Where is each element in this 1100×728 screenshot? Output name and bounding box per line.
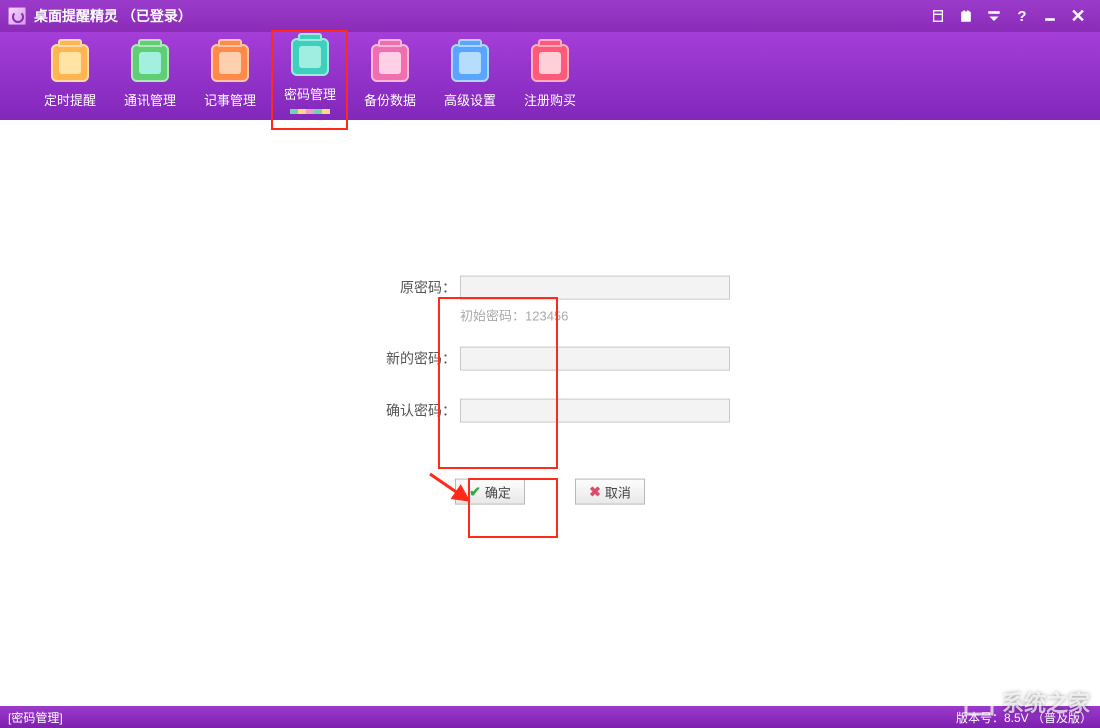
- statusbar-left: [密码管理]: [8, 709, 63, 726]
- toolbar-item-password[interactable]: 密码管理: [270, 34, 350, 118]
- check-icon: ✔: [469, 483, 481, 500]
- window-title: 桌面提醒精灵 （已登录）: [34, 6, 192, 26]
- toolbar-label: 通讯管理: [124, 90, 176, 109]
- form-buttons: ✔ 确定 ✖ 取消: [370, 479, 730, 505]
- old-password-label: 原密码：: [370, 278, 460, 298]
- toolbar-label: 备份数据: [364, 90, 416, 109]
- old-password-row: 原密码：: [370, 276, 730, 300]
- new-password-row: 新的密码：: [370, 347, 730, 371]
- toolbar-label: 记事管理: [204, 90, 256, 109]
- cancel-button[interactable]: ✖ 取消: [575, 479, 645, 505]
- skin-icon[interactable]: [952, 5, 980, 27]
- confirm-password-input[interactable]: [460, 399, 730, 423]
- minimize-button[interactable]: [1036, 5, 1064, 27]
- toolbar-item-notes[interactable]: 记事管理: [190, 40, 270, 113]
- close-button[interactable]: ✕: [1064, 5, 1092, 27]
- confirm-password-label: 确认密码：: [370, 401, 460, 421]
- old-password-input[interactable]: [460, 276, 730, 300]
- confirm-password-row: 确认密码：: [370, 399, 730, 423]
- settings-icon: [451, 44, 489, 82]
- toolbar: 定时提醒 通讯管理 记事管理 密码管理 备份数据 高级设置 注册购买: [0, 32, 1100, 120]
- active-indicator: [290, 109, 330, 114]
- password-hint: 初始密码：123456: [460, 306, 730, 325]
- cancel-button-label: 取消: [605, 482, 631, 501]
- new-password-input[interactable]: [460, 347, 730, 371]
- watermark-text: 系统之家: [1002, 686, 1090, 718]
- password-icon: [291, 38, 329, 76]
- titlebar: 桌面提醒精灵 （已登录） ? ✕: [0, 0, 1100, 32]
- content-area: 原密码： 初始密码：123456 新的密码： 确认密码： ✔ 确定 ✖ 取消: [0, 120, 1100, 706]
- notes-icon: [211, 44, 249, 82]
- ok-button-label: 确定: [485, 482, 511, 501]
- house-icon: [962, 688, 996, 716]
- new-password-label: 新的密码：: [370, 349, 460, 369]
- toolbar-item-timer[interactable]: 定时提醒: [30, 40, 110, 113]
- toolbar-item-purchase[interactable]: 注册购买: [510, 40, 590, 113]
- help-icon[interactable]: ?: [1008, 5, 1036, 27]
- purchase-icon: [531, 44, 569, 82]
- statusbar: [密码管理] 版本号：8.5V （普及版）: [0, 706, 1100, 728]
- x-icon: ✖: [589, 483, 601, 500]
- menu-dropdown-icon[interactable]: [980, 5, 1008, 27]
- toolbar-label: 定时提醒: [44, 90, 96, 109]
- backup-icon: [371, 44, 409, 82]
- password-form: 原密码： 初始密码：123456 新的密码： 确认密码： ✔ 确定 ✖ 取消: [370, 276, 730, 505]
- toolbar-label: 注册购买: [524, 90, 576, 109]
- watermark: 系统之家: [962, 686, 1090, 718]
- app-icon: [8, 7, 26, 25]
- toolbar-item-contacts[interactable]: 通讯管理: [110, 40, 190, 113]
- toolbar-item-backup[interactable]: 备份数据: [350, 40, 430, 113]
- lock-icon[interactable]: [924, 5, 952, 27]
- toolbar-label: 高级设置: [444, 90, 496, 109]
- contacts-icon: [131, 44, 169, 82]
- toolbar-label: 密码管理: [284, 84, 336, 103]
- timer-icon: [51, 44, 89, 82]
- toolbar-item-settings[interactable]: 高级设置: [430, 40, 510, 113]
- ok-button[interactable]: ✔ 确定: [455, 479, 525, 505]
